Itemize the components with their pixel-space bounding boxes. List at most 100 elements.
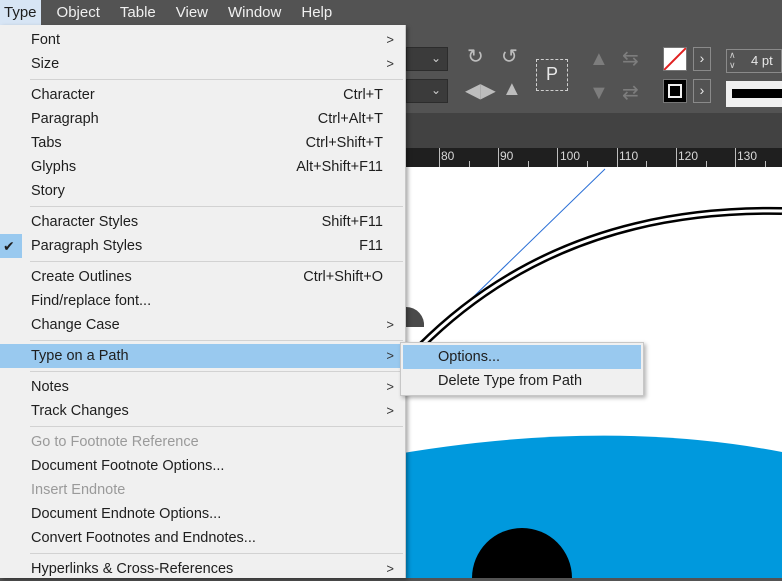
menu-item-label: Tabs <box>31 135 62 151</box>
rotate-clockwise-icon[interactable]: ↻ <box>467 47 484 67</box>
menu-item-tabs[interactable]: Tabs Ctrl+Shift+T <box>0 131 405 155</box>
menu-item-glyphs[interactable]: Glyphs Alt+Shift+F11 <box>0 155 405 179</box>
submenu-arrow-icon: > <box>386 403 394 418</box>
type-path-curve-inner <box>418 209 782 349</box>
menu-item-label: Find/replace font... <box>31 293 152 309</box>
p-glyph-icon: P <box>546 64 559 84</box>
flip-vertical-icon[interactable]: ▲ <box>502 79 522 99</box>
menu-separator <box>30 426 403 427</box>
menu-item-shortcut: Shift+F11 <box>321 214 383 230</box>
menu-separator <box>30 340 403 341</box>
menu-item-hyperlinks-cross-references[interactable]: Hyperlinks & Cross-References > <box>0 557 405 581</box>
ruler-label-120: 120 <box>678 149 699 163</box>
menu-view[interactable]: View <box>166 0 218 25</box>
stroke-square-icon <box>668 84 682 98</box>
stroke-type-preview[interactable] <box>726 81 782 107</box>
checkmark-icon: ✔ <box>3 238 15 254</box>
blue-circle-shape[interactable] <box>380 435 782 578</box>
menu-item-document-endnote-options[interactable]: Document Endnote Options... <box>0 502 405 526</box>
menu-item-label: Document Footnote Options... <box>31 458 225 474</box>
menu-item-label: Paragraph <box>31 111 99 127</box>
menu-item-document-footnote-options[interactable]: Document Footnote Options... <box>0 454 405 478</box>
menu-item-paragraph[interactable]: Paragraph Ctrl+Alt+T <box>0 107 405 131</box>
ruler-label-110: 110 <box>619 149 639 163</box>
menu-item-shortcut: Ctrl+T <box>343 87 383 103</box>
menu-item-paragraph-styles[interactable]: ✔ Paragraph Styles F11 <box>0 234 405 258</box>
menu-window[interactable]: Window <box>218 0 291 25</box>
menu-item-label: Track Changes <box>31 403 129 419</box>
menu-bar: Type Object Table View Window Help <box>0 0 782 25</box>
menu-item-label: Create Outlines <box>31 269 132 285</box>
menu-item-label: Change Case <box>31 317 120 333</box>
chevron-down-icon: ⌄ <box>430 83 441 97</box>
align-distribute-icon-3[interactable]: ▼ <box>589 83 609 103</box>
rotate-counterclockwise-icon[interactable]: ↺ <box>501 47 518 67</box>
stepper-icon[interactable]: ∧ ∨ <box>729 50 743 72</box>
ruler-tick <box>557 148 558 167</box>
chevron-down-icon: ⌄ <box>430 51 441 65</box>
type-path-curve-outer[interactable] <box>417 206 782 350</box>
align-distribute-icon-2[interactable]: ⇆ <box>622 49 639 69</box>
submenu-arrow-icon: > <box>386 348 394 363</box>
none-slash-icon <box>664 48 686 70</box>
menu-item-label: Size <box>31 56 60 72</box>
stroke-swatch[interactable] <box>663 79 687 103</box>
select-container-icon[interactable]: P <box>536 59 568 91</box>
menu-object[interactable]: Object <box>47 0 110 25</box>
menu-item-shortcut: Ctrl+Shift+T <box>305 135 383 151</box>
submenu-item-label: Delete Type from Path <box>438 373 583 389</box>
menu-item-shortcut: Alt+Shift+F11 <box>296 159 383 175</box>
align-distribute-icon-1[interactable]: ▲ <box>589 49 609 69</box>
menu-item-label: Insert Endnote <box>31 482 126 498</box>
fill-swatch-arrow[interactable]: › <box>693 47 711 71</box>
type-on-path-submenu: Options... Delete Type from Path <box>400 342 644 396</box>
menu-item-type-on-a-path[interactable]: Type on a Path > <box>0 344 405 368</box>
submenu-item-options[interactable]: Options... <box>403 345 641 369</box>
ruler-label-90: 90 <box>500 149 514 163</box>
menu-item-go-to-footnote-reference: Go to Footnote Reference <box>0 430 405 454</box>
menu-item-story[interactable]: Story <box>0 179 405 203</box>
menu-item-label: Go to Footnote Reference <box>31 434 199 450</box>
menu-separator <box>30 206 403 207</box>
menu-item-character[interactable]: Character Ctrl+T <box>0 83 405 107</box>
menu-separator <box>30 371 403 372</box>
align-distribute-icon-4[interactable]: ⇄ <box>622 83 639 103</box>
menu-type[interactable]: Type <box>0 0 41 25</box>
menu-item-label: Paragraph Styles <box>31 238 143 254</box>
menu-item-label: Font <box>31 32 61 48</box>
fill-none-swatch[interactable] <box>663 47 687 71</box>
flip-horizontal-icon[interactable]: ◀▶ <box>465 81 496 101</box>
menu-item-change-case[interactable]: Change Case > <box>0 313 405 337</box>
menu-item-notes[interactable]: Notes > <box>0 375 405 399</box>
menu-item-create-outlines[interactable]: Create Outlines Ctrl+Shift+O <box>0 265 405 289</box>
submenu-arrow-icon: > <box>386 561 394 576</box>
menu-item-shortcut: F11 <box>359 238 383 254</box>
stroke-swatch-arrow[interactable]: › <box>693 79 711 103</box>
menu-item-label: Hyperlinks & Cross-References <box>31 561 234 577</box>
menu-item-character-styles[interactable]: Character Styles Shift+F11 <box>0 210 405 234</box>
menu-item-find-replace-font[interactable]: Find/replace font... <box>0 289 405 313</box>
menu-item-shortcut: Ctrl+Alt+T <box>317 111 383 127</box>
path-handle-shape <box>406 306 425 327</box>
menu-item-convert-footnotes-endnotes[interactable]: Convert Footnotes and Endnotes... <box>0 526 405 550</box>
menu-separator <box>30 261 403 262</box>
menu-item-label: Glyphs <box>31 159 77 175</box>
menu-item-font[interactable]: Font > <box>0 28 405 52</box>
submenu-item-delete-type-from-path[interactable]: Delete Type from Path <box>403 369 641 393</box>
menu-help[interactable]: Help <box>291 0 342 25</box>
type-menu-dropdown: Font > Size > Character Ctrl+T Paragraph… <box>0 25 406 578</box>
stroke-weight-field[interactable]: ∧ ∨ 4 pt <box>726 49 782 73</box>
submenu-item-label: Options... <box>438 349 501 365</box>
ruler-label-130: 130 <box>737 149 758 163</box>
menu-separator <box>30 79 403 80</box>
menu-item-size[interactable]: Size > <box>0 52 405 76</box>
checked-indicator: ✔ <box>0 234 22 258</box>
reference-dropdown-1[interactable]: ⌄ <box>406 47 448 71</box>
reference-dropdown-2[interactable]: ⌄ <box>406 79 448 103</box>
submenu-arrow-icon: > <box>386 32 394 47</box>
ruler-label-100: 100 <box>560 149 581 163</box>
menu-item-track-changes[interactable]: Track Changes > <box>0 399 405 423</box>
menu-item-label: Type on a Path <box>31 348 129 364</box>
menu-table[interactable]: Table <box>110 0 166 25</box>
ruler-label-80: 80 <box>441 149 455 163</box>
